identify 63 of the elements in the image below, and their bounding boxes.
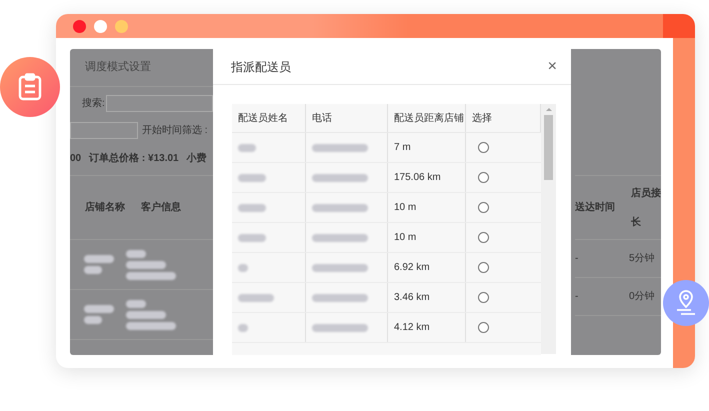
distance-cell: 10 m xyxy=(388,193,466,222)
blurred-text xyxy=(84,305,114,313)
column-header: 长 xyxy=(631,216,642,230)
search-field[interactable] xyxy=(106,94,213,112)
blurred-text xyxy=(84,316,102,324)
distance-cell: 175.06 km xyxy=(388,163,466,192)
scrollbar[interactable] xyxy=(541,104,556,354)
summary-text: 订单总价格 : ¥13.01 xyxy=(89,152,179,166)
blurred-text xyxy=(126,300,146,308)
distance-cell: 4.12 km xyxy=(388,313,466,342)
distance-cell: 7 m xyxy=(388,133,466,162)
blurred-text xyxy=(84,255,114,263)
distance-cell: 6.92 km xyxy=(388,253,466,282)
summary-text: 00 xyxy=(70,152,82,166)
blurred-text xyxy=(238,234,266,242)
modal-title: 指派配送员 xyxy=(231,58,291,76)
radio-button[interactable] xyxy=(478,292,489,303)
blurred-text xyxy=(126,322,176,330)
close-button[interactable]: × xyxy=(548,58,557,74)
blurred-text xyxy=(312,174,368,182)
search-label: 搜索: xyxy=(82,96,105,110)
radio-button[interactable] xyxy=(478,142,489,153)
blurred-text xyxy=(238,204,266,212)
blurred-text xyxy=(126,310,166,318)
blurred-text xyxy=(126,272,176,280)
time-filter-label: 开始时间筛选 : xyxy=(142,124,208,138)
blurred-text xyxy=(312,234,368,242)
table-cell-text: 0分钟 xyxy=(629,290,655,304)
radio-button[interactable] xyxy=(478,202,489,213)
blurred-text xyxy=(312,324,368,332)
blurred-text xyxy=(312,264,368,272)
input-field[interactable] xyxy=(70,122,138,138)
table-cell-text: - xyxy=(575,252,580,266)
page-title: 调度模式设置 xyxy=(85,60,151,76)
column-header: 配送员姓名 xyxy=(232,104,306,132)
radio-button[interactable] xyxy=(478,172,489,183)
blurred-text xyxy=(312,144,368,152)
radio-button[interactable] xyxy=(478,322,489,333)
column-header: 客户信息 xyxy=(141,200,181,215)
column-header: 送达时间 xyxy=(575,200,616,215)
blurred-text xyxy=(312,204,368,212)
blurred-text xyxy=(238,264,248,272)
summary-text: 小费 xyxy=(186,152,207,166)
blurred-text xyxy=(126,260,166,268)
blurred-text xyxy=(238,174,266,182)
clipboard-icon xyxy=(18,73,42,101)
column-header: 电话 xyxy=(306,104,388,132)
distance-cell: 3.46 km xyxy=(388,283,466,312)
column-header: 店员接 xyxy=(631,186,661,200)
column-header: 店铺名称 xyxy=(85,200,125,215)
radio-button[interactable] xyxy=(478,232,489,243)
blurred-text xyxy=(238,144,256,152)
blurred-text xyxy=(238,324,248,332)
column-header: 配送员距离店铺 xyxy=(388,104,466,132)
radio-button[interactable] xyxy=(478,262,489,273)
distance-cell: 10 m xyxy=(388,223,466,252)
blurred-text xyxy=(238,294,274,302)
table-cell-text: - xyxy=(575,290,580,304)
blurred-text xyxy=(312,294,368,302)
blurred-text xyxy=(84,266,102,274)
table-cell-text: 5分钟 xyxy=(629,252,655,266)
location-pin-icon xyxy=(674,290,698,316)
blurred-text xyxy=(126,250,146,258)
